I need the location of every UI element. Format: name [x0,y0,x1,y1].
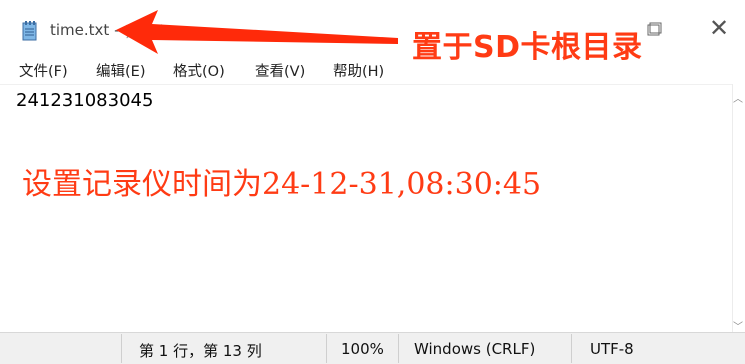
status-zoom: 100% [341,340,384,358]
menu-file[interactable]: 文件(F) [19,60,68,81]
menu-format[interactable]: 格式(O) [173,60,225,81]
vertical-scrollbar[interactable] [732,84,745,332]
status-encoding: UTF-8 [590,340,634,358]
menu-help[interactable]: 帮助(H) [333,60,384,81]
scroll-up-icon[interactable]: ︿ [733,90,743,105]
text-editor[interactable] [0,84,732,333]
maximize-icon[interactable] [640,16,668,44]
status-line-ending: Windows (CRLF) [414,340,536,358]
status-divider [398,334,399,363]
menu-edit[interactable]: 编辑(E) [96,60,145,81]
red-arrow-icon [116,10,398,54]
scroll-down-icon[interactable]: ﹀ [733,318,743,333]
annotation-set-time: 设置记录仪时间为24-12-31,08:30:45 [22,167,542,202]
menu-view[interactable]: 查看(V) [255,60,305,81]
status-divider [121,334,122,363]
notepad-icon [22,21,37,41]
status-cursor-position: 第 1 行，第 13 列 [139,342,262,360]
close-icon[interactable]: ✕ [703,12,735,44]
status-divider [326,334,327,363]
editor-content[interactable]: 241231083045 [16,90,153,111]
window-title: time.txt - [50,21,120,39]
status-divider [571,334,572,363]
